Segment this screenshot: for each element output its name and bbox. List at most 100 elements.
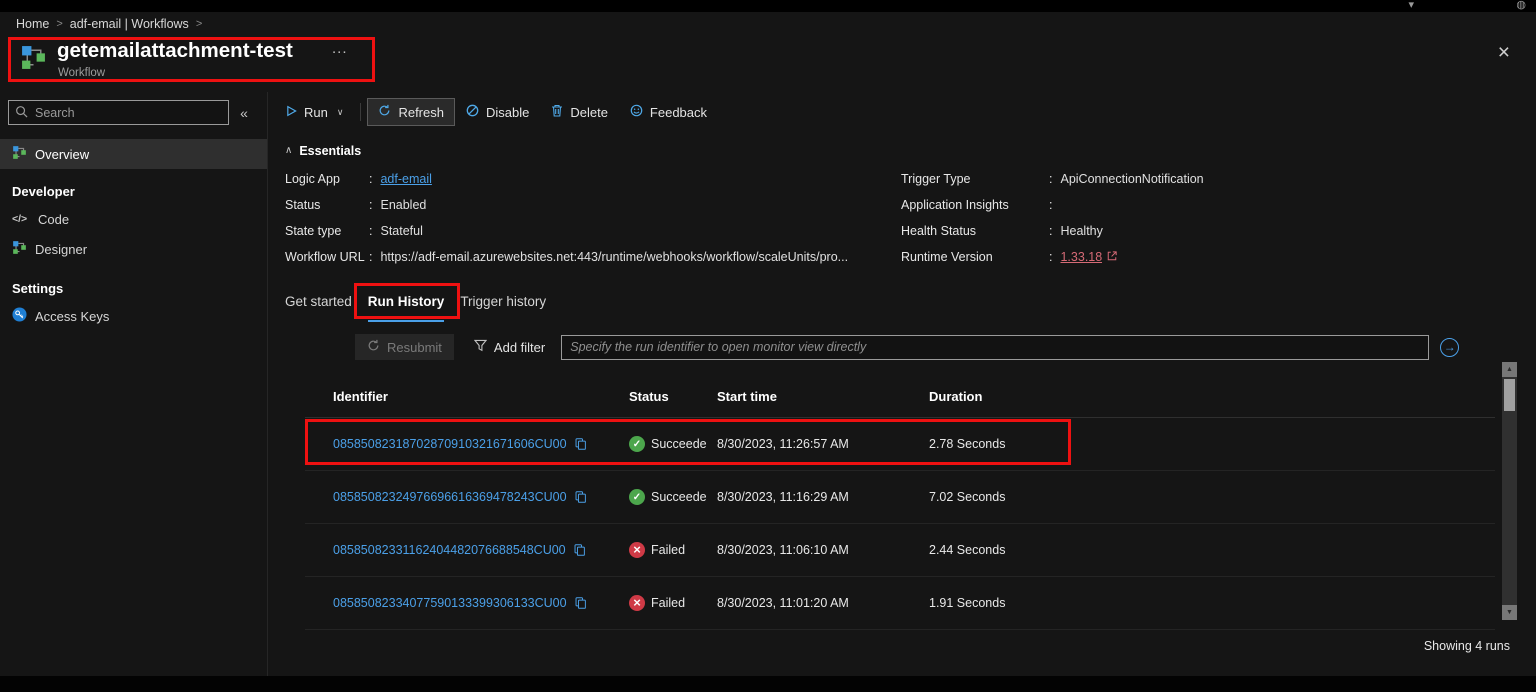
feedback-smiley-icon xyxy=(630,104,643,120)
disable-button[interactable]: Disable xyxy=(455,98,540,126)
resubmit-button[interactable]: Resubmit xyxy=(355,334,454,360)
colon: : xyxy=(1049,197,1052,214)
topbar-account-icon[interactable]: ◍ xyxy=(1516,0,1526,11)
essentials-row-logic-app: Logic App : adf-email xyxy=(285,171,901,188)
code-icon: </> xyxy=(12,213,30,225)
run-duration: 7.02 Seconds xyxy=(929,490,1495,504)
run-status-label: Succeeded xyxy=(651,490,707,504)
colon: : xyxy=(1049,223,1052,240)
refresh-button[interactable]: Refresh xyxy=(367,98,455,126)
copy-icon[interactable] xyxy=(574,490,587,504)
sidebar-item-label: Code xyxy=(38,212,69,227)
run-button[interactable]: Run ∨ xyxy=(275,98,354,126)
close-icon[interactable]: × xyxy=(1498,42,1510,63)
run-button-label: Run xyxy=(304,105,328,120)
page-subtitle: Workflow xyxy=(58,67,105,79)
run-duration: 2.78 Seconds xyxy=(929,437,1495,451)
breadcrumb-workflows-link[interactable]: adf-email | Workflows xyxy=(70,17,189,31)
colon: : xyxy=(369,249,372,266)
column-header-identifier[interactable]: Identifier xyxy=(305,389,629,404)
table-row: 08585082334077590133399306133CU00 Failed… xyxy=(305,577,1495,630)
external-link-icon xyxy=(1107,249,1117,266)
run-start-time: 8/30/2023, 11:06:10 AM xyxy=(717,543,929,557)
sidebar-item-label: Designer xyxy=(35,242,87,257)
sidebar-item-overview[interactable]: Overview xyxy=(0,139,267,169)
field-label: Runtime Version xyxy=(901,249,1049,266)
tab-run-history[interactable]: Run History xyxy=(368,294,445,322)
colon: : xyxy=(1049,249,1052,266)
essentials-row-runtime-version: Runtime Version : 1.33.18 xyxy=(901,249,1204,266)
delete-button[interactable]: Delete xyxy=(540,98,619,126)
colon: : xyxy=(369,171,372,188)
search-icon xyxy=(15,105,28,123)
runtime-version-link[interactable]: 1.33.18 xyxy=(1060,249,1102,266)
run-identifier-link[interactable]: 08585082334077590133399306133CU00 xyxy=(333,596,567,610)
add-filter-label: Add filter xyxy=(494,340,545,355)
feedback-button[interactable]: Feedback xyxy=(619,98,718,126)
key-icon xyxy=(12,307,27,325)
essentials-row-health-status: Health Status : Healthy xyxy=(901,223,1204,240)
essentials-header[interactable]: ∧ Essentials xyxy=(269,132,1536,163)
copy-icon[interactable] xyxy=(574,437,587,451)
status-value: Enabled xyxy=(380,197,426,214)
trash-icon xyxy=(551,104,563,120)
run-start-time: 8/30/2023, 11:26:57 AM xyxy=(717,437,929,451)
sidebar-section-developer: Developer xyxy=(0,184,267,204)
add-filter-button[interactable]: Add filter xyxy=(464,334,555,360)
run-status-label: Failed xyxy=(651,596,685,610)
scrollbar-thumb[interactable] xyxy=(1504,379,1515,411)
breadcrumb: Home > adf-email | Workflows > xyxy=(0,12,1536,36)
failed-icon xyxy=(629,595,645,611)
delete-button-label: Delete xyxy=(570,105,608,120)
field-label: Trigger Type xyxy=(901,171,1049,188)
workflow-url-value: https://adf-email.azurewebsites.net:443/… xyxy=(380,249,848,266)
sidebar-item-designer[interactable]: Designer xyxy=(0,234,267,264)
field-label: Workflow URL xyxy=(285,249,369,266)
run-start-time: 8/30/2023, 11:01:20 AM xyxy=(717,596,929,610)
column-header-start-time[interactable]: Start time xyxy=(717,389,929,404)
open-monitor-arrow-icon[interactable]: → xyxy=(1440,338,1459,357)
essentials-panel: Logic App : adf-email Status : Enabled S… xyxy=(269,163,1536,282)
table-header-row: Identifier Status Start time Duration xyxy=(305,376,1495,418)
chevron-up-icon: ∧ xyxy=(285,145,292,156)
failed-icon xyxy=(629,542,645,558)
sidebar: « Overview Developer </> Code xyxy=(0,92,268,676)
table-row: 08585082324976696616369478243CU00 Succee… xyxy=(305,471,1495,524)
scroll-down-icon[interactable]: ▼ xyxy=(1502,605,1517,620)
refresh-icon xyxy=(378,104,391,120)
page-title: getemailattachment-test xyxy=(57,39,293,63)
sidebar-item-code[interactable]: </> Code xyxy=(0,204,267,234)
table-row: 08585082318702870910321671606CU00 Succee… xyxy=(305,418,1495,471)
run-history-filter-row: Resubmit Add filter → xyxy=(355,334,1536,360)
top-bar: ▾ ◍ xyxy=(0,0,1536,12)
run-identifier-link[interactable]: 08585082324976696616369478243CU00 xyxy=(333,490,567,504)
run-history-table: Identifier Status Start time Duration 08… xyxy=(305,376,1495,653)
copy-icon[interactable] xyxy=(574,596,587,610)
scroll-up-icon[interactable]: ▲ xyxy=(1502,362,1517,377)
column-header-duration[interactable]: Duration xyxy=(929,389,1495,404)
run-identifier-link[interactable]: 08585082331162404482076688548CU00 xyxy=(333,543,566,557)
sidebar-search-input[interactable] xyxy=(8,100,229,125)
sidebar-collapse-icon[interactable]: « xyxy=(229,105,259,121)
trigger-type-value: ApiConnectionNotification xyxy=(1060,171,1203,188)
column-header-status[interactable]: Status xyxy=(629,389,717,404)
resubmit-icon xyxy=(367,339,380,355)
run-duration: 2.44 Seconds xyxy=(929,543,1495,557)
essentials-row-state-type: State type : Stateful xyxy=(285,223,901,240)
disable-button-label: Disable xyxy=(486,105,529,120)
copy-icon[interactable] xyxy=(573,543,586,557)
essentials-row-trigger-type: Trigger Type : ApiConnectionNotification xyxy=(901,171,1204,188)
more-options-icon[interactable]: ... xyxy=(332,40,348,57)
run-identifier-input[interactable] xyxy=(561,335,1429,360)
vertical-scrollbar[interactable]: ▲ ▼ xyxy=(1502,362,1517,620)
logic-app-link[interactable]: adf-email xyxy=(380,171,431,188)
tab-trigger-history[interactable]: Trigger history xyxy=(460,294,546,322)
disable-icon xyxy=(466,104,479,120)
topbar-filter-icon[interactable]: ▾ xyxy=(1408,0,1414,11)
tab-get-started[interactable]: Get started xyxy=(285,294,352,322)
run-table-body: 08585082318702870910321671606CU00 Succee… xyxy=(305,418,1495,630)
feedback-button-label: Feedback xyxy=(650,105,707,120)
breadcrumb-home-link[interactable]: Home xyxy=(16,17,49,31)
sidebar-item-access-keys[interactable]: Access Keys xyxy=(0,301,267,331)
run-identifier-link[interactable]: 08585082318702870910321671606CU00 xyxy=(333,437,567,451)
